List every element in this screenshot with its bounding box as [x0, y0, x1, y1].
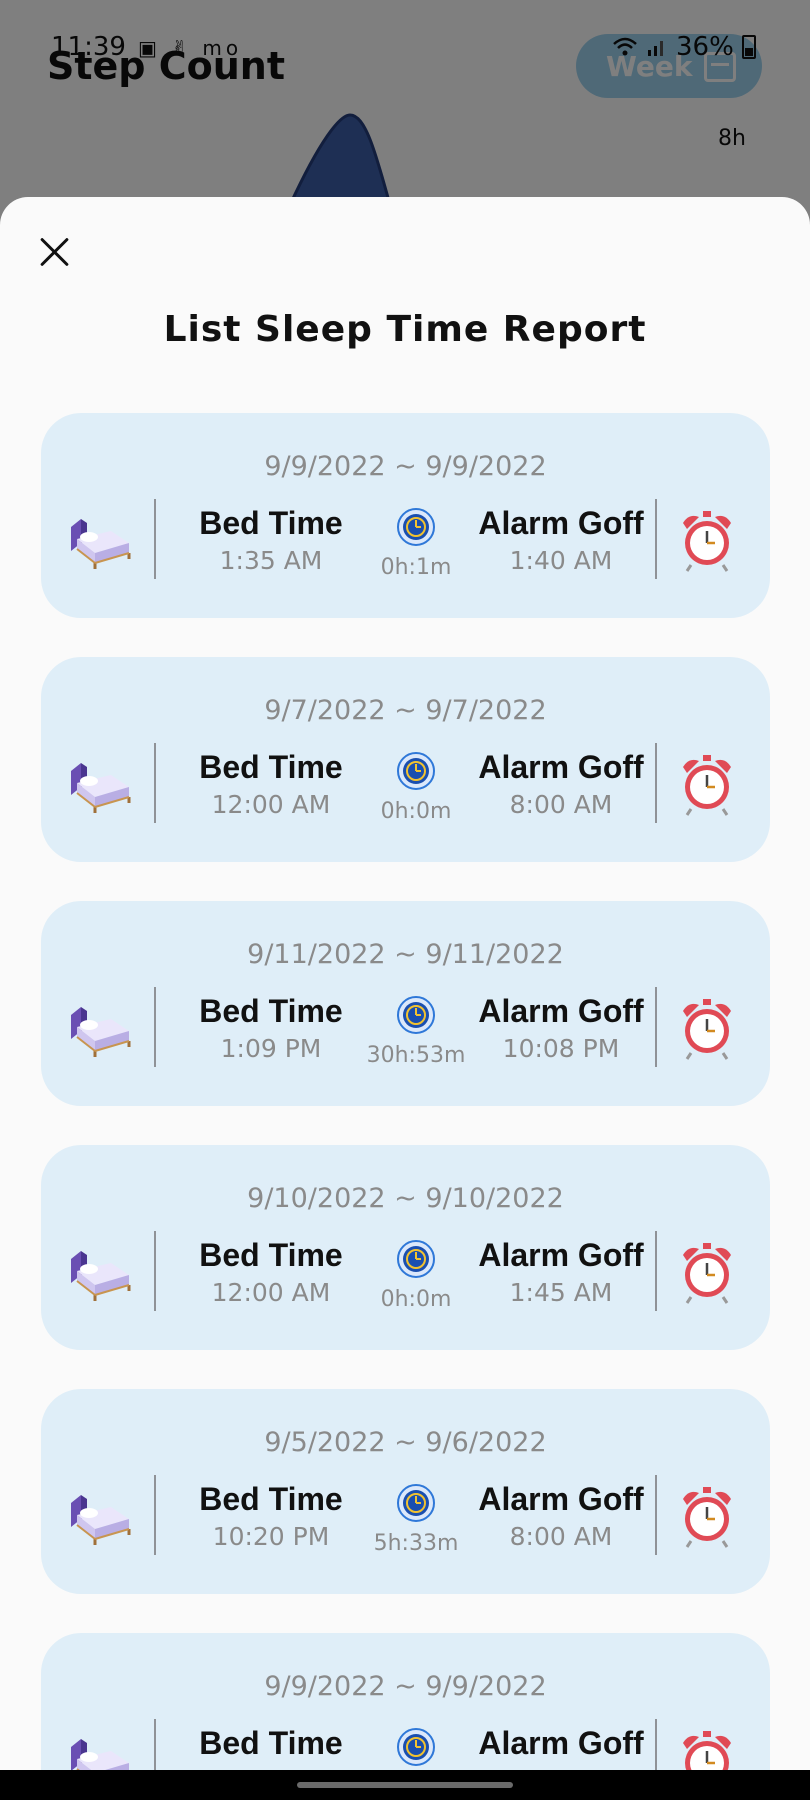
divider-left [154, 743, 156, 823]
bed-icon [71, 519, 131, 569]
alarm-clock-icon [683, 999, 731, 1060]
report-date-range: 9/9/2022 ~ 9/9/2022 [264, 451, 547, 482]
bed-time-label: Bed Time [199, 1481, 343, 1517]
report-date-range: 9/11/2022 ~ 9/11/2022 [247, 939, 564, 970]
divider-right [655, 499, 657, 579]
bed-time-value: 10:20 PM [212, 1522, 330, 1551]
divider-right [655, 987, 657, 1067]
clock-icon [397, 1240, 435, 1278]
sleep-report-card[interactable]: 9/5/2022 ~ 9/6/2022 Bed Time 10:20 PM 5h… [41, 1389, 770, 1594]
bed-time-column: Bed Time 10:20 PM [181, 1481, 361, 1551]
alarm-label: Alarm Goff [478, 1237, 644, 1273]
bed-icon [71, 1251, 131, 1301]
bed-icon [71, 763, 131, 813]
bed-time-column: Bed Time [181, 1725, 361, 1766]
home-handle[interactable] [297, 1782, 513, 1788]
bed-time-value: 1:09 PM [220, 1034, 322, 1063]
bed-time-value: 12:00 AM [211, 1278, 331, 1307]
bed-icon [71, 1007, 131, 1057]
alarm-label: Alarm Goff [478, 1725, 644, 1761]
alarm-label: Alarm Goff [478, 505, 644, 541]
sleep-report-card[interactable]: 9/7/2022 ~ 9/7/2022 Bed Time 12:00 AM 0h… [41, 657, 770, 862]
alarm-clock-icon [683, 1487, 731, 1548]
navigation-bar [0, 1770, 810, 1800]
report-date-range: 9/9/2022 ~ 9/9/2022 [264, 1671, 547, 1702]
close-icon[interactable] [38, 235, 72, 269]
bed-time-value: 12:00 AM [211, 790, 331, 819]
clock-icon [397, 1728, 435, 1766]
bed-time-label: Bed Time [199, 993, 343, 1029]
report-date-range: 9/5/2022 ~ 9/6/2022 [264, 1427, 547, 1458]
alarm-column: Alarm Goff 1:45 AM [461, 1237, 661, 1307]
divider-left [154, 499, 156, 579]
alarm-time-value: 10:08 PM [502, 1034, 620, 1063]
clock-icon [397, 752, 435, 790]
bed-time-column: Bed Time 12:00 AM [181, 1237, 361, 1307]
divider-left [154, 1231, 156, 1311]
sleep-report-card[interactable]: 9/9/2022 ~ 9/9/2022 Bed Time 1:35 AM 0h:… [41, 413, 770, 618]
sleep-report-card[interactable]: 9/10/2022 ~ 9/10/2022 Bed Time 12:00 AM [41, 1145, 770, 1350]
sleep-report-card[interactable]: 9/11/2022 ~ 9/11/2022 Bed Time 1:09 PM 3… [41, 901, 770, 1106]
alarm-column: Alarm Goff 8:00 AM [461, 1481, 661, 1551]
bed-time-value: 1:35 AM [219, 546, 323, 575]
alarm-clock-icon [683, 755, 731, 816]
alarm-time-value: 8:00 AM [509, 1522, 613, 1551]
alarm-time-value: 8:00 AM [509, 790, 613, 819]
alarm-clock-icon [683, 1243, 731, 1304]
bed-time-column: Bed Time 1:09 PM [181, 993, 361, 1063]
sleep-report-list: 9/9/2022 ~ 9/9/2022 Bed Time 1:35 AM 0h:… [41, 413, 770, 1800]
divider-right [655, 1475, 657, 1555]
divider-left [154, 987, 156, 1067]
bed-time-label: Bed Time [199, 1725, 343, 1761]
alarm-clock-icon [683, 511, 731, 572]
divider-right [655, 743, 657, 823]
bed-time-column: Bed Time 1:35 AM [181, 505, 361, 575]
sheet-title: List Sleep Time Report [163, 309, 647, 350]
alarm-time-value: 1:45 AM [509, 1278, 613, 1307]
bed-time-label: Bed Time [199, 1237, 343, 1273]
alarm-column: Alarm Goff 10:08 PM [461, 993, 661, 1063]
divider-right [655, 1231, 657, 1311]
alarm-column: Alarm Goff [461, 1725, 661, 1766]
alarm-column: Alarm Goff 8:00 AM [461, 749, 661, 819]
alarm-label: Alarm Goff [478, 749, 644, 785]
alarm-label: Alarm Goff [478, 1481, 644, 1517]
alarm-column: Alarm Goff 1:40 AM [461, 505, 661, 575]
bed-time-column: Bed Time 12:00 AM [181, 749, 361, 819]
sleep-report-sheet: List Sleep Time Report 9/9/2022 ~ 9/9/20… [0, 197, 810, 1800]
alarm-label: Alarm Goff [478, 993, 644, 1029]
bed-time-label: Bed Time [199, 749, 343, 785]
clock-icon [397, 508, 435, 546]
clock-icon [397, 996, 435, 1034]
report-date-range: 9/10/2022 ~ 9/10/2022 [247, 1183, 564, 1214]
clock-icon [397, 1484, 435, 1522]
alarm-time-value: 1:40 AM [509, 546, 613, 575]
report-date-range: 9/7/2022 ~ 9/7/2022 [264, 695, 547, 726]
bed-icon [71, 1495, 131, 1545]
divider-left [154, 1475, 156, 1555]
bed-time-label: Bed Time [199, 505, 343, 541]
